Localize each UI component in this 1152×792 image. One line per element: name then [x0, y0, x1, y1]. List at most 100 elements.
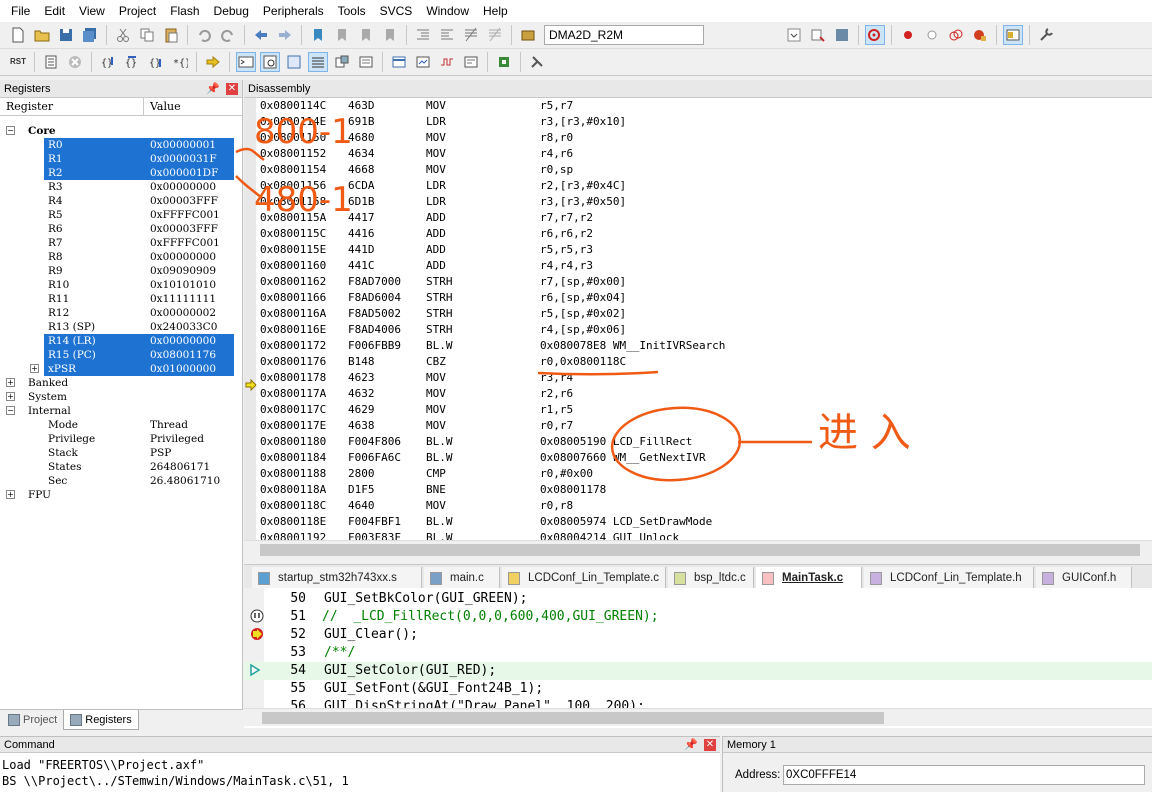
editor-tab[interactable]: bsp_ltdc.c [668, 567, 754, 589]
menu-window[interactable]: Window [419, 0, 476, 22]
undo-icon[interactable] [194, 25, 214, 45]
breakpoint-enable-icon[interactable] [922, 25, 942, 45]
disassembly-listing[interactable]: 0x0800114C 463D MOV r5,r7 0x0800114E 691B LDR r… [244, 98, 1152, 540]
menu-tools[interactable]: Tools [331, 0, 373, 22]
register-value[interactable]: 0xFFFFC001 [150, 208, 220, 222]
registers-window-icon[interactable] [308, 52, 328, 72]
editor-tab[interactable]: LCDConf_Lin_Template.h [864, 567, 1034, 589]
register-group[interactable]: − Core [6, 124, 236, 138]
target-dropdown-icon[interactable] [784, 25, 804, 45]
code-line[interactable]: 50 GUI_SetBkColor(GUI_GREEN); [244, 590, 1152, 608]
comment-icon[interactable] [461, 25, 481, 45]
register-row[interactable]: R12 0x00000002 [0, 306, 242, 320]
breakpoint-kill-all-icon[interactable] [970, 25, 990, 45]
step-over-icon[interactable]: {} [122, 52, 142, 72]
register-row[interactable]: + xPSR 0x01000000 [0, 362, 242, 376]
code-line[interactable]: 52 GUI_Clear(); [244, 626, 1152, 644]
column-register[interactable]: Register [0, 98, 144, 115]
run-to-cursor-icon[interactable]: *{} [170, 52, 190, 72]
register-row[interactable]: R11 0x11111111 [0, 292, 242, 306]
debug-session-icon[interactable] [865, 25, 885, 45]
bookmark-clear-icon[interactable] [380, 25, 400, 45]
pin-icon[interactable]: 📌 [206, 82, 220, 95]
disassembly-window-icon[interactable] [260, 52, 280, 72]
redo-icon[interactable] [218, 25, 238, 45]
register-value[interactable]: 0x000001DF [150, 166, 218, 180]
stop-icon[interactable] [65, 52, 85, 72]
breakpoint-disable-all-icon[interactable] [946, 25, 966, 45]
target-options-icon[interactable] [518, 25, 538, 45]
code-hscroll[interactable] [244, 708, 1152, 726]
expand-icon[interactable]: + [6, 490, 15, 499]
register-value[interactable]: 0x01000000 [150, 362, 216, 376]
register-row[interactable]: R9 0x09090909 [0, 264, 242, 278]
register-row[interactable]: R4 0x00003FFF [0, 194, 242, 208]
register-group[interactable]: + System [6, 390, 236, 404]
menu-flash[interactable]: Flash [163, 0, 206, 22]
register-row[interactable]: R5 0xFFFFC001 [0, 208, 242, 222]
register-value[interactable]: 264806171 [150, 460, 210, 474]
register-value[interactable]: 0x00000000 [150, 334, 216, 348]
memory-window-icon[interactable] [389, 52, 409, 72]
register-value[interactable]: 0x240033C0 [150, 320, 217, 334]
expand-icon[interactable]: + [6, 378, 15, 387]
register-value[interactable]: 0xFFFFC001 [150, 236, 220, 250]
editor-tab[interactable]: startup_stm32h743xx.s [252, 567, 422, 589]
register-value[interactable]: 0x10101010 [150, 278, 216, 292]
copy-icon[interactable] [137, 25, 157, 45]
menu-svcs[interactable]: SVCS [373, 0, 420, 22]
code-editor[interactable]: 50 GUI_SetBkColor(GUI_GREEN); 51 // _LCD_Fi… [244, 588, 1152, 728]
manage-project-icon[interactable] [808, 25, 828, 45]
save-icon[interactable] [56, 25, 76, 45]
disassembly-gutter[interactable] [244, 98, 256, 540]
reset-cpu-icon[interactable]: RST [8, 52, 28, 72]
disassembly-hscroll[interactable] [244, 540, 1152, 558]
register-value[interactable]: 0x00003FFF [150, 194, 218, 208]
editor-tab[interactable]: GUIConf.h [1036, 567, 1132, 589]
select-packs-icon[interactable] [832, 25, 852, 45]
system-viewer-icon[interactable] [494, 52, 514, 72]
collapse-icon[interactable]: − [6, 126, 15, 135]
indent-icon[interactable] [413, 25, 433, 45]
menu-debug[interactable]: Debug [207, 0, 256, 22]
register-row[interactable]: States 264806171 [0, 460, 242, 474]
register-row[interactable]: R3 0x00000000 [0, 180, 242, 194]
register-group[interactable]: − Internal [6, 404, 236, 418]
register-row[interactable]: R15 (PC) 0x08001176 [0, 348, 242, 362]
register-row[interactable]: R10 0x10101010 [0, 278, 242, 292]
menu-view[interactable]: View [72, 0, 112, 22]
register-row[interactable]: R13 (SP) 0x240033C0 [0, 320, 242, 334]
register-group[interactable]: + FPU [6, 488, 236, 502]
tab-registers[interactable]: Registers [63, 710, 139, 730]
run-icon[interactable] [41, 52, 61, 72]
register-value[interactable]: 0x00000000 [150, 180, 216, 194]
code-line[interactable]: 51 // _LCD_FillRect(0,0,0,600,400,GUI_GRE… [244, 608, 1152, 626]
nav-forward-icon[interactable] [275, 25, 295, 45]
register-row[interactable]: Stack PSP [0, 446, 242, 460]
register-value[interactable]: 0x0000031F [150, 152, 217, 166]
symbols-window-icon[interactable] [284, 52, 304, 72]
breakpoint-icon[interactable] [250, 627, 264, 641]
logic-analyzer-icon[interactable] [437, 52, 457, 72]
close-icon[interactable]: ✕ [226, 82, 238, 95]
expand-icon[interactable]: + [6, 392, 15, 401]
editor-tab[interactable]: MainTask.c [756, 567, 862, 589]
register-value[interactable]: PSP [150, 446, 171, 460]
serial-window-icon[interactable] [413, 52, 433, 72]
close-icon[interactable]: ✕ [704, 738, 716, 751]
new-file-icon[interactable] [8, 25, 28, 45]
bookmark-icon[interactable] [308, 25, 328, 45]
register-value[interactable]: 0x00000001 [150, 138, 216, 152]
register-row[interactable]: R0 0x00000001 [0, 138, 242, 152]
menu-file[interactable]: File [4, 0, 37, 22]
register-value[interactable]: 26.48061710 [150, 474, 220, 488]
collapse-icon[interactable]: − [6, 406, 15, 415]
menu-peripherals[interactable]: Peripherals [256, 0, 331, 22]
menu-project[interactable]: Project [112, 0, 163, 22]
column-value[interactable]: Value [144, 98, 181, 115]
toolbox-icon[interactable] [527, 52, 547, 72]
expand-icon[interactable]: + [30, 364, 39, 373]
register-value[interactable]: 0x00003FFF [150, 222, 218, 236]
watch-window-icon[interactable] [356, 52, 376, 72]
save-all-icon[interactable] [80, 25, 100, 45]
